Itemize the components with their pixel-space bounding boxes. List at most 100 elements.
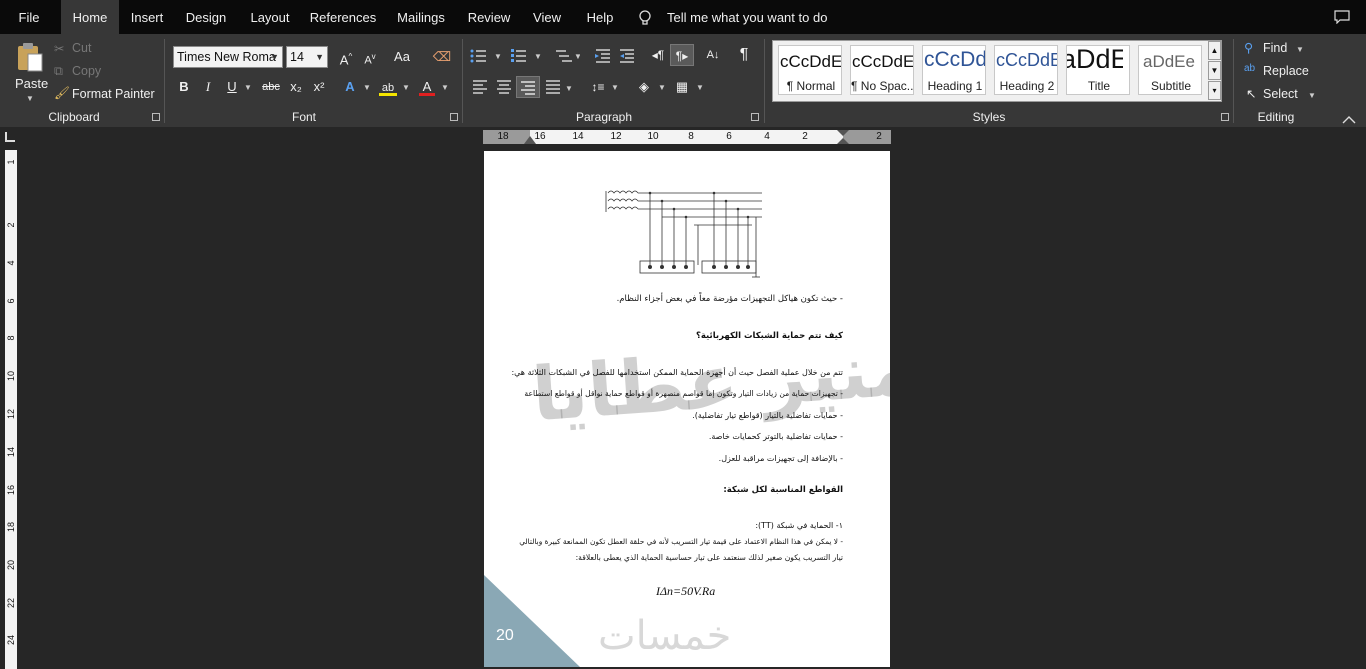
body-paragraph: تيار التسريب يكون صغير لذلك سنعتمد على ت… xyxy=(575,553,843,562)
style-title[interactable]: aDdEe Title xyxy=(1066,45,1130,95)
style-subtitle[interactable]: aDdEe Subtitle xyxy=(1138,45,1202,95)
menu-bar: File Home Insert Design Layout Reference… xyxy=(0,0,1366,34)
superscript-button[interactable]: x² xyxy=(307,76,331,98)
style-no-spacing[interactable]: cCcDdEe ¶ No Spac... xyxy=(850,45,914,95)
chevron-down-icon: ▼ xyxy=(26,94,34,103)
copy-button[interactable]: ⧉ Copy xyxy=(54,63,114,81)
indent-marker-icon[interactable] xyxy=(524,136,536,144)
chevron-down-icon[interactable]: ▼ xyxy=(441,83,449,92)
vertical-ruler[interactable]: 1 2 4 6 8 10 12 14 16 18 20 22 24 xyxy=(5,150,17,669)
gallery-scroll-down[interactable]: ▼ xyxy=(1208,61,1221,80)
clear-formatting-button[interactable]: ⌫ xyxy=(430,46,454,68)
tab-layout[interactable]: Layout xyxy=(245,0,295,34)
align-right-button[interactable] xyxy=(516,76,540,98)
ruler-number: 2 xyxy=(6,222,16,228)
rtl-button[interactable]: ¶▸ xyxy=(670,44,694,66)
chevron-down-icon[interactable]: ▼ xyxy=(611,83,619,92)
highlight-button[interactable]: ab xyxy=(376,76,400,98)
document-page[interactable]: منير عطايا - حيث تكون هياكل التجهيزات مؤ… xyxy=(484,151,890,667)
bold-button[interactable]: B xyxy=(172,76,196,98)
style-heading-2[interactable]: cCcDdEe Heading 2 xyxy=(994,45,1058,95)
change-case-button[interactable]: Aa xyxy=(386,46,418,68)
list-buttons-icon[interactable]: ▼ ▼ ▼ xyxy=(470,48,580,64)
italic-button[interactable]: I xyxy=(196,76,220,98)
style-heading-1[interactable]: cCcDdEe Heading 1 xyxy=(922,45,986,95)
shading-button[interactable]: ◈ xyxy=(632,76,656,98)
chevron-down-icon[interactable]: ▼ xyxy=(402,83,410,92)
underline-button[interactable]: U xyxy=(220,76,244,98)
tab-insert[interactable]: Insert xyxy=(124,0,170,34)
bullet-item: - بالإضافة إلى تجهيزات مراقبة للعزل. xyxy=(718,454,843,463)
paragraph-group-label: Paragraph xyxy=(575,110,633,124)
tab-mailings[interactable]: Mailings xyxy=(392,0,450,34)
ruler-number: 8 xyxy=(688,131,694,142)
style-preview: cCcDdEe xyxy=(780,52,842,71)
chevron-down-icon: ▼ xyxy=(1296,45,1304,54)
format-painter-button[interactable]: 🖌 Format Painter xyxy=(54,86,155,104)
ruler-number: 8 xyxy=(6,335,16,341)
search-icon: ⚲ xyxy=(1244,41,1254,55)
grow-font-button[interactable]: A^ xyxy=(334,46,358,68)
ruler-number: 4 xyxy=(764,131,770,142)
style-preview: aDdEe xyxy=(1143,52,1195,71)
strikethrough-button[interactable]: abc xyxy=(258,76,284,98)
tab-selector[interactable] xyxy=(5,132,15,142)
find-button[interactable]: ⚲ Find ▼ xyxy=(1244,40,1308,58)
font-size-value: 14 xyxy=(290,50,304,64)
replace-button[interactable]: ab Replace xyxy=(1244,63,1314,81)
gallery-more[interactable]: ▾ xyxy=(1208,81,1221,100)
horizontal-ruler[interactable]: 18 16 14 12 10 8 6 4 2 2 xyxy=(483,130,891,144)
copy-icon: ⧉ xyxy=(54,64,63,78)
indent-marker-icon[interactable] xyxy=(837,130,849,144)
subscript-button[interactable]: x₂ xyxy=(284,76,308,98)
ruler-number: 22 xyxy=(6,598,16,609)
chevron-down-icon[interactable]: ▼ xyxy=(696,83,704,92)
chevron-down-icon[interactable]: ▼ xyxy=(658,83,666,92)
select-button[interactable]: ↖ Select ▼ xyxy=(1244,86,1316,104)
tab-help[interactable]: Help xyxy=(581,0,619,34)
style-preview: cCcDdEe xyxy=(852,52,914,71)
chevron-down-icon: ▼ xyxy=(1308,91,1316,100)
paste-button[interactable]: Paste ▼ xyxy=(8,38,50,106)
tab-design[interactable]: Design xyxy=(182,0,230,34)
line-spacing-icon: ↕≡ xyxy=(591,80,605,94)
chevron-down-icon[interactable]: ▼ xyxy=(244,83,252,92)
font-color-button[interactable]: A xyxy=(415,76,439,98)
borders-icon: ▦ xyxy=(675,79,689,94)
style-name: Heading 1 xyxy=(927,79,983,93)
style-normal[interactable]: cCcDdEe ¶ Normal xyxy=(778,45,842,95)
collapse-ribbon-button[interactable] xyxy=(1342,112,1358,124)
comment-icon[interactable] xyxy=(1334,10,1350,24)
sort-button[interactable]: A↓ xyxy=(701,44,725,66)
rtl-icon: ¶▸ xyxy=(675,49,689,63)
indent-icon[interactable] xyxy=(594,48,638,64)
body-paragraph: ١- الحماية في شبكة (TT): xyxy=(755,521,843,530)
tab-view[interactable]: View xyxy=(528,0,566,34)
style-name: ¶ Normal xyxy=(786,79,836,93)
gallery-scroll-up[interactable]: ▲ xyxy=(1208,41,1221,60)
styles-launcher-icon[interactable] xyxy=(1221,113,1229,121)
text-effects-button[interactable]: A xyxy=(338,76,362,98)
align-right-icon xyxy=(521,81,535,95)
tab-review[interactable]: Review xyxy=(464,0,514,34)
font-size-combo[interactable]: 14 ▼ xyxy=(286,46,328,68)
font-launcher-icon[interactable] xyxy=(450,113,458,121)
ltr-button[interactable]: ◂¶ xyxy=(646,44,670,66)
borders-button[interactable]: ▦ xyxy=(670,76,694,98)
chevron-down-icon[interactable]: ▼ xyxy=(363,83,371,92)
cut-button[interactable]: ✂ Cut xyxy=(54,40,114,58)
paragraph-launcher-icon[interactable] xyxy=(751,113,759,121)
style-name: ¶ No Spac... xyxy=(851,79,914,93)
replace-label: Replace xyxy=(1263,64,1309,78)
tab-references[interactable]: References xyxy=(309,0,377,34)
show-marks-button[interactable]: ¶ xyxy=(732,44,756,66)
tab-file[interactable]: File xyxy=(8,0,50,34)
shrink-font-button[interactable]: Av xyxy=(358,46,382,68)
divider xyxy=(462,39,463,123)
section-heading: كيف تتم حماية الشبكات الكهربائية؟ xyxy=(695,331,843,341)
font-group-label: Font xyxy=(291,110,317,124)
tab-home[interactable]: Home xyxy=(61,0,119,34)
font-name-combo[interactable]: Times New Roma ▼ xyxy=(173,46,283,68)
clipboard-launcher-icon[interactable] xyxy=(152,113,160,121)
line-spacing-button[interactable]: ↕≡ xyxy=(586,76,610,98)
